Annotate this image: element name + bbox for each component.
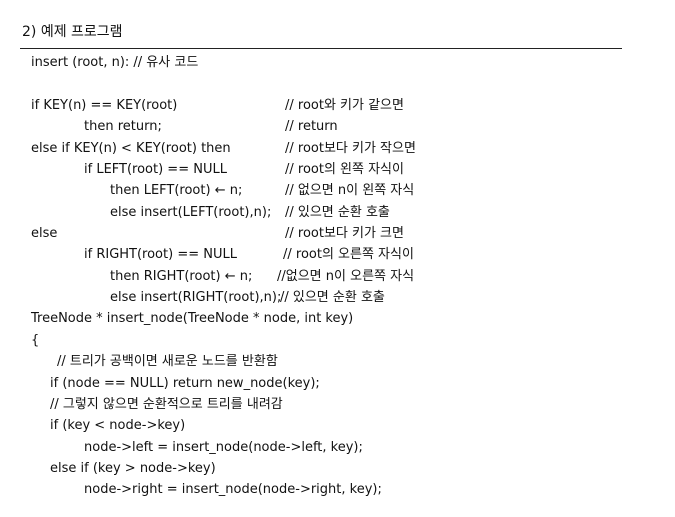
divider (20, 48, 622, 49)
code-line: insert (root, n): // 유사 코드 (31, 55, 199, 70)
code-line: if (node == NULL) return new_node(key); (50, 376, 320, 391)
code-line: then RIGHT(root) ← n; (110, 269, 253, 284)
code-line: else insert(LEFT(root),n); (110, 205, 272, 220)
code-comment: // root보다 키가 크면 (285, 226, 404, 241)
code-comment: // root보다 키가 작으면 (285, 141, 416, 156)
code-line: // 그렇지 않으면 순환적으로 트리를 내려감 (50, 397, 283, 412)
code-line: // 트리가 공백이면 새로운 노드를 반환함 (57, 354, 278, 369)
code-line: node->right = insert_node(node->right, k… (84, 482, 382, 497)
code-line: if (key < node->key) (50, 418, 186, 433)
code-line: else if KEY(n) < KEY(root) then (31, 141, 231, 156)
code-line: else insert(RIGHT(root),n); (110, 290, 282, 305)
code-line: then return; (84, 119, 162, 134)
code-line: { (31, 333, 40, 348)
code-line: else (31, 226, 58, 241)
code-comment: // 있으면 순환 호출 (285, 205, 390, 220)
code-comment: // root와 키가 같으면 (285, 98, 404, 113)
code-comment: // 있으면 순환 호출 (280, 290, 385, 305)
code-line: else if (key > node->key) (50, 461, 216, 476)
code-comment: // return (285, 119, 338, 134)
code-line: then LEFT(root) ← n; (110, 183, 243, 198)
code-line: TreeNode * insert_node(TreeNode * node, … (31, 311, 354, 326)
code-line: if KEY(n) == KEY(root) (31, 98, 178, 113)
code-comment: //없으면 n이 오른쪽 자식 (277, 269, 415, 284)
code-comment: // root의 왼쪽 자식이 (285, 162, 404, 177)
code-comment: // root의 오른쪽 자식이 (283, 247, 414, 262)
code-line: if LEFT(root) == NULL (84, 162, 227, 177)
code-line: node->left = insert_node(node->left, key… (84, 440, 363, 455)
code-line: if RIGHT(root) == NULL (84, 247, 237, 262)
section-heading: 2) 예제 프로그램 (22, 24, 123, 40)
code-comment: // 없으면 n이 왼쪽 자식 (285, 183, 415, 198)
